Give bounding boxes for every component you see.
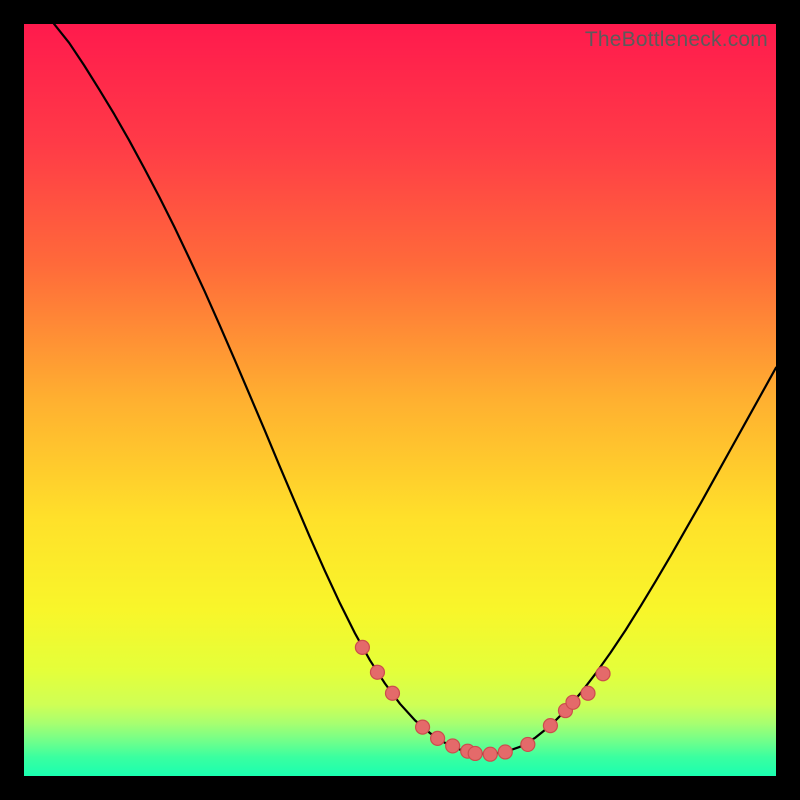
data-marker	[370, 665, 384, 679]
data-marker	[385, 686, 399, 700]
watermark-text: TheBottleneck.com	[585, 28, 768, 52]
data-marker	[521, 737, 535, 751]
data-marker	[446, 739, 460, 753]
data-marker	[355, 640, 369, 654]
data-marker	[483, 747, 497, 761]
data-marker	[543, 719, 557, 733]
data-marker	[416, 720, 430, 734]
data-marker	[498, 745, 512, 759]
data-marker	[431, 731, 445, 745]
data-marker	[468, 746, 482, 760]
plot-area: TheBottleneck.com	[24, 24, 776, 776]
data-marker	[581, 686, 595, 700]
data-marker	[566, 695, 580, 709]
curve-layer	[24, 24, 776, 776]
data-marker	[596, 667, 610, 681]
chart-frame: TheBottleneck.com	[0, 0, 800, 800]
